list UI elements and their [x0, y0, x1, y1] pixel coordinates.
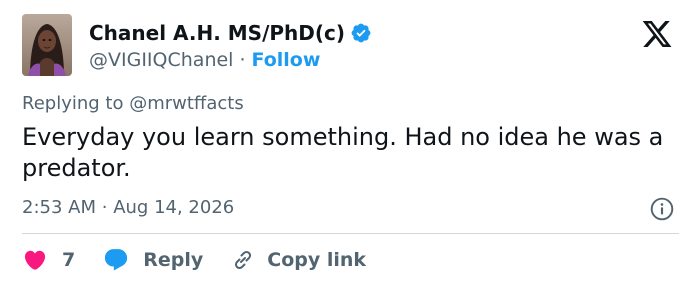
replying-to-line: Replying to @mrwtffacts [22, 93, 244, 114]
follow-button[interactable]: Follow [252, 49, 321, 71]
author-handle[interactable]: @VIGIIQChanel [89, 49, 233, 71]
heart-icon [24, 250, 46, 270]
info-icon[interactable] [649, 196, 675, 222]
divider [22, 233, 679, 234]
x-logo-icon[interactable] [637, 18, 677, 50]
profile-photo-image [22, 14, 72, 76]
tweet-time: 2:53 AM [22, 197, 96, 218]
reply-label: Reply [143, 249, 204, 271]
like-count: 7 [62, 249, 76, 271]
link-icon [235, 250, 252, 270]
tweet-date: Aug 14, 2026 [113, 197, 235, 218]
avatar[interactable] [22, 14, 72, 76]
author-display-name[interactable]: Chanel A.H. MS/PhD(c) [89, 21, 345, 45]
copy-link-label: Copy link [267, 249, 367, 271]
separator-dot: · [101, 197, 108, 218]
like-button[interactable]: 7 [22, 248, 75, 272]
separator-dot: · [239, 49, 246, 71]
tweet-actions: 7 Reply Copy link [22, 244, 366, 276]
tweet-timestamp[interactable]: 2:53 AM · Aug 14, 2026 [22, 197, 234, 218]
replying-to-label: Replying to [22, 93, 124, 114]
reply-button[interactable]: Reply [103, 247, 203, 273]
author-handle-row: @VIGIIQChanel · Follow [89, 47, 320, 73]
replying-to-mention[interactable]: @mrwtffacts [129, 93, 243, 114]
tweet-text: Everyday you learn something. Had no ide… [22, 123, 664, 182]
author-name-row: Chanel A.H. MS/PhD(c) [89, 19, 372, 47]
verified-badge-icon [350, 22, 372, 44]
copy-link-button[interactable]: Copy link [231, 248, 366, 272]
speech-bubble-icon [105, 249, 128, 271]
